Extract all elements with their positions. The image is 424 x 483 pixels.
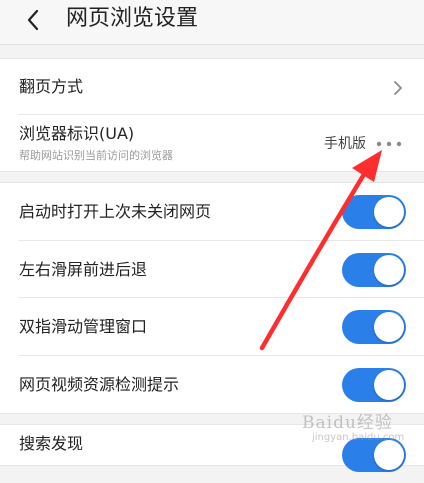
- ua-value: 手机版: [324, 136, 366, 152]
- toggle-switch[interactable]: [342, 310, 406, 344]
- toggle-label: 启动时打开上次未关闭网页: [19, 202, 212, 221]
- setting-row-toggle[interactable]: 双指滑动管理窗口: [0, 298, 424, 356]
- setting-row-toggle[interactable]: 左右滑屏前进后退: [0, 241, 424, 298]
- toggle-knob: [374, 440, 404, 470]
- setting-row-toggle[interactable]: 网页视频资源检测提示: [0, 356, 424, 414]
- settings-group-toggles: 启动时打开上次未关闭网页 左右滑屏前进后退 双指滑动管理窗口网页视频资源检测提示: [0, 182, 424, 414]
- toggle-knob: [374, 254, 404, 285]
- toggle-knob: [374, 197, 404, 227]
- settings-group-navigation: 翻页方式 浏览器标识(UA) 帮助网站识别当前访问的浏览器 手机版: [0, 58, 424, 172]
- ua-description: 帮助网站识别当前访问的浏览器: [19, 149, 173, 162]
- setting-row-toggle[interactable]: 搜索发现: [0, 425, 424, 483]
- setting-row-ua[interactable]: 浏览器标识(UA) 帮助网站识别当前访问的浏览器 手机版: [0, 115, 424, 171]
- more-dots-icon[interactable]: [376, 140, 402, 148]
- toggle-switch[interactable]: [342, 367, 406, 402]
- toggle-label: 搜索发现: [19, 434, 84, 453]
- ua-label: 浏览器标识(UA): [19, 124, 135, 143]
- toggle-switch[interactable]: [342, 195, 406, 229]
- toggle-label: 网页视频资源检测提示: [19, 374, 180, 394]
- toggle-switch[interactable]: [342, 252, 406, 287]
- page-title: 网页浏览设置: [66, 6, 199, 31]
- chevron-left-icon[interactable]: [22, 8, 46, 32]
- toggle-switch[interactable]: [342, 438, 406, 472]
- page-turn-label: 翻页方式: [19, 77, 84, 96]
- header-bar: 网页浏览设置: [0, 0, 424, 45]
- chevron-right-icon: [394, 81, 402, 95]
- setting-row-toggle[interactable]: 启动时打开上次未关闭网页: [0, 183, 424, 241]
- toggle-label: 双指滑动管理窗口: [19, 317, 148, 336]
- toggle-label: 左右滑屏前进后退: [19, 259, 148, 279]
- toggle-knob: [374, 312, 404, 342]
- setting-row-page-turn[interactable]: 翻页方式: [0, 59, 424, 115]
- toggle-knob: [374, 369, 404, 400]
